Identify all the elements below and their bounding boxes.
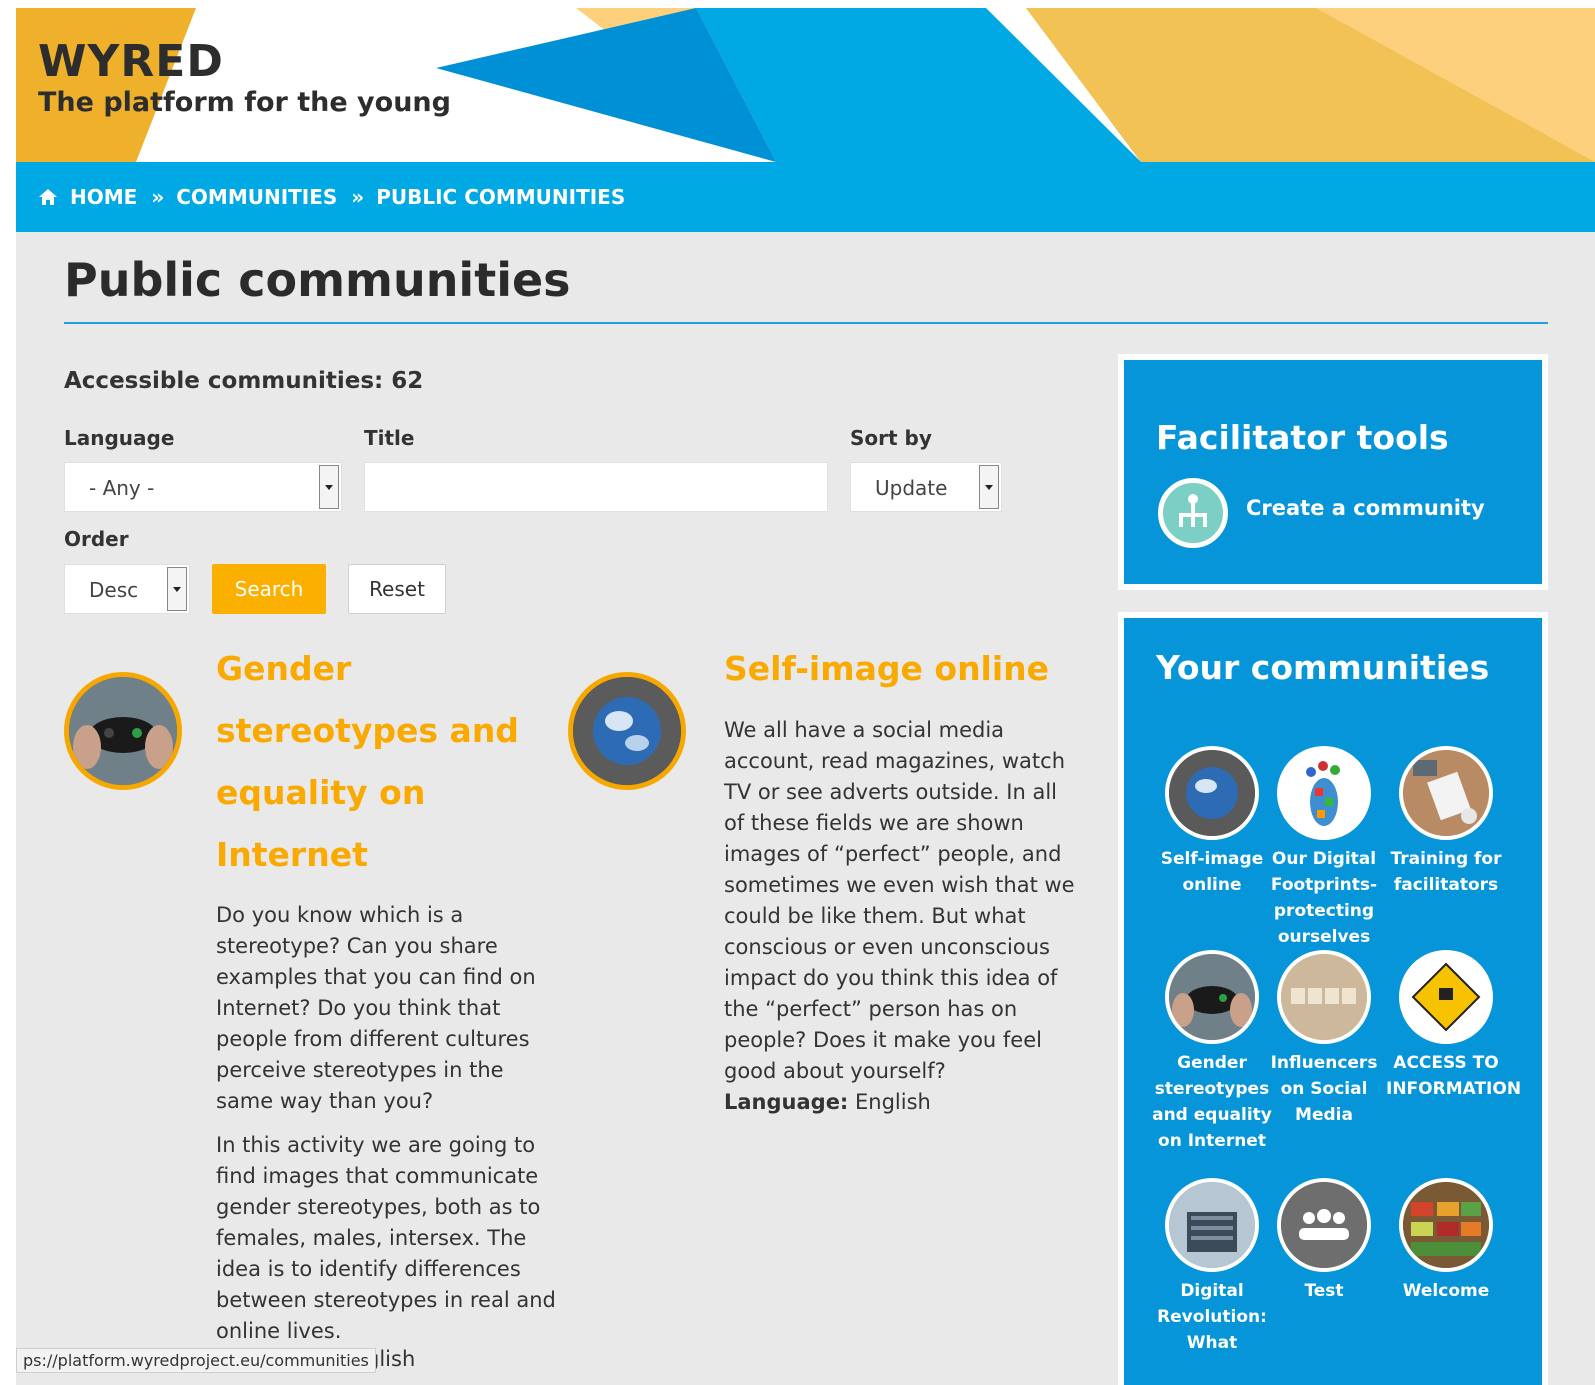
community-tile-name: Training for facilitators: [1390, 849, 1502, 895]
community-description: We all have a social media account, read…: [724, 715, 1079, 1118]
chevron-down-icon: [319, 465, 339, 509]
chevron-down-icon: [167, 567, 187, 611]
community-language-fragment: glish: [366, 1347, 416, 1371]
your-communities-title: Your communities: [1156, 648, 1490, 687]
community-tile[interactable]: Training for facilitators: [1386, 746, 1506, 898]
community-tile[interactable]: Welcome: [1386, 1178, 1506, 1304]
language-select-value: - Any -: [89, 476, 155, 500]
warning-sign-icon: [1399, 950, 1493, 1044]
order-label: Order: [64, 527, 129, 551]
footprint-icon: [1277, 746, 1371, 840]
community-tile-name: Welcome: [1402, 1281, 1490, 1301]
facilitator-tools-box: Facilitator tools Create a community: [1118, 354, 1548, 590]
page-title: Public communities: [64, 253, 571, 307]
title-label: Title: [364, 426, 415, 450]
sort-select-value: Update: [875, 476, 948, 500]
community-title[interactable]: Gender stereotypes and equality on Inter…: [216, 638, 546, 886]
community-tile[interactable]: Digital Revolution: What: [1152, 1178, 1272, 1356]
search-button[interactable]: Search: [212, 564, 326, 614]
facilitator-tools-title: Facilitator tools: [1156, 418, 1449, 457]
order-select[interactable]: Desc: [64, 564, 190, 614]
group-icon: [1277, 1178, 1371, 1272]
building-icon: [1165, 1178, 1259, 1272]
market-icon: [1399, 1178, 1493, 1272]
language-value: English: [848, 1090, 931, 1114]
title-input[interactable]: [364, 462, 828, 512]
order-select-value: Desc: [89, 578, 139, 602]
gamepad-icon: [1165, 950, 1259, 1044]
language-select[interactable]: - Any -: [64, 462, 342, 512]
breadcrumb-separator: »: [151, 185, 165, 209]
page: WYRED The platform for the young HOME » …: [16, 8, 1595, 1385]
community-title[interactable]: Self-image online: [724, 638, 1084, 700]
sort-select[interactable]: Update: [850, 462, 1002, 512]
community-tile[interactable]: ACCESS TO INFORMATION: [1386, 950, 1522, 1102]
community-tile-name: Self-image online: [1160, 849, 1264, 895]
community-tile-name: Test: [1304, 1281, 1344, 1301]
community-description-text: We all have a social media account, read…: [724, 718, 1075, 1083]
chevron-down-icon: [979, 465, 999, 509]
accessible-count: Accessible communities: 62: [64, 368, 424, 394]
community-tile-name: Our Digital Footprints- protecting ourse…: [1270, 849, 1378, 947]
like-tiles-icon: [1277, 950, 1371, 1044]
sort-label: Sort by: [850, 426, 932, 450]
earth-icon: [1165, 746, 1259, 840]
gamepad-icon: [69, 677, 177, 785]
community-tree-icon[interactable]: [1158, 478, 1228, 548]
community-tile-name: Influencers on Social Media: [1270, 1053, 1378, 1125]
brand[interactable]: WYRED The platform for the young: [38, 38, 451, 120]
breadcrumb-current[interactable]: PUBLIC COMMUNITIES: [376, 185, 625, 209]
community-tile-name: ACCESS TO INFORMATION: [1386, 1053, 1522, 1099]
create-community-link[interactable]: Create a community: [1246, 496, 1485, 520]
status-bar-url: ps://platform.wyredproject.eu/communitie…: [16, 1348, 376, 1373]
community-tile[interactable]: Influencers on Social Media: [1264, 950, 1384, 1128]
community-description: Do you know which is a stereotype? Can y…: [216, 903, 536, 1113]
language-label: Language: [64, 426, 175, 450]
reset-button[interactable]: Reset: [348, 564, 446, 614]
breadcrumb-separator: »: [351, 185, 365, 209]
breadcrumb-communities[interactable]: COMMUNITIES: [176, 185, 337, 209]
community-tile[interactable]: Gender stereotypes and equality on Inter…: [1152, 950, 1272, 1154]
community-tile-name: Digital Revolution: What: [1157, 1281, 1267, 1353]
community-tile[interactable]: Self-image online: [1152, 746, 1272, 898]
earth-icon: [573, 677, 681, 785]
community-tile-name: Gender stereotypes and equality on Inter…: [1152, 1053, 1272, 1151]
language-label: Language:: [724, 1090, 849, 1114]
community-tile[interactable]: Our Digital Footprints- protecting ourse…: [1264, 746, 1384, 950]
site-header: WYRED The platform for the young: [16, 8, 1595, 162]
your-communities-box: Your communities Self-image online Our D…: [1118, 612, 1548, 1385]
community-avatar[interactable]: [568, 672, 686, 790]
home-icon[interactable]: [38, 187, 58, 207]
breadcrumb-home[interactable]: HOME: [70, 185, 137, 209]
desk-icon: [1399, 746, 1493, 840]
community-tile[interactable]: Test: [1264, 1178, 1384, 1304]
community-avatar[interactable]: [64, 672, 182, 790]
community-description: In this activity we are going to find im…: [216, 1133, 556, 1343]
site-subtitle: The platform for the young: [38, 87, 451, 118]
site-title[interactable]: WYRED: [38, 38, 451, 86]
title-divider: [64, 322, 1548, 324]
breadcrumb: HOME » COMMUNITIES » PUBLIC COMMUNITIES: [16, 162, 1595, 232]
